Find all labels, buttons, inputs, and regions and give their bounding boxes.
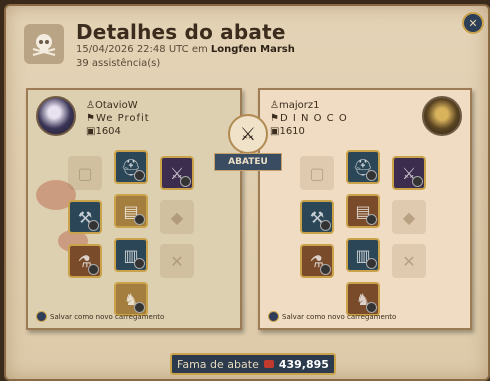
slot-potion[interactable]: ⚗	[300, 244, 334, 278]
bag-icon: ▢	[309, 163, 325, 183]
killer-item-power: ▣1604	[86, 126, 121, 137]
slot-shoes[interactable]: ▥	[346, 238, 380, 272]
victim-panel: ♙majorz1 ⚑D I N O C O ▣1610 ▢ ⛑ ⚔ ⚒ ▤ ◆ …	[258, 88, 472, 330]
slot-bag: ▢	[300, 156, 334, 190]
guild-icon: ⚑	[270, 113, 280, 124]
loadout-icon	[268, 311, 279, 322]
killer-guild: ⚑We Profit	[86, 113, 150, 124]
close-icon: ✕	[468, 16, 478, 30]
datetime-text: 15/04/2026 22:48 UTC em	[76, 44, 208, 55]
loadout-icon	[36, 311, 47, 322]
fame-icon	[263, 360, 274, 368]
slot-cape[interactable]: ⚔	[160, 156, 194, 190]
victim-name[interactable]: ♙majorz1	[270, 100, 319, 111]
slot-bag: ▢	[68, 156, 102, 190]
page-title: Detalhes do abate	[76, 20, 286, 44]
bag-icon: ▢	[77, 163, 93, 183]
offhand-icon: ◆	[402, 207, 416, 227]
guild-icon: ⚑	[86, 113, 96, 124]
victim-avatar[interactable]	[422, 96, 462, 136]
fame-value: 439,895	[278, 357, 329, 371]
slot-offhand: ◆	[392, 200, 426, 234]
slot-offhand: ◆	[160, 200, 194, 234]
user-icon: ♙	[270, 100, 279, 111]
slot-head[interactable]: ⛑	[346, 150, 380, 184]
save-loadout-button[interactable]: Salvar como novo carregamento	[36, 311, 164, 322]
slot-food: ✕	[392, 244, 426, 278]
assists-count: 39 assistência(s)	[76, 58, 161, 69]
slot-armor[interactable]: ▤	[346, 194, 380, 228]
offhand-icon: ◆	[170, 207, 184, 227]
close-button[interactable]: ✕	[462, 12, 484, 34]
victim-guild: ⚑D I N O C O	[270, 113, 348, 124]
kill-details-window: Detalhes do abate 15/04/2026 22:48 UTC e…	[4, 4, 490, 381]
user-icon: ♙	[86, 100, 95, 111]
slot-mainhand[interactable]: ⚒	[300, 200, 334, 234]
fame-label: Fama de abate	[177, 357, 259, 371]
slot-mainhand[interactable]: ⚒	[68, 200, 102, 234]
food-icon: ✕	[402, 251, 416, 271]
save-loadout-button[interactable]: Salvar como novo carregamento	[268, 311, 396, 322]
killer-avatar[interactable]	[36, 96, 76, 136]
victim-item-power: ▣1610	[270, 126, 305, 137]
slot-shoes[interactable]: ▥	[114, 238, 148, 272]
crossed-swords-icon: ⚔	[228, 114, 268, 154]
killer-name[interactable]: ♙OtavioW	[86, 100, 138, 111]
slot-head[interactable]: ⛑	[114, 150, 148, 184]
killer-panel: ♙OtavioW ⚑We Profit ▣1604 ▢ ⛑ ⚔ ⚒ ▤ ◆ ⚗ …	[26, 88, 242, 330]
location-text: Longfen Marsh	[210, 44, 295, 55]
kill-fame-bar: Fama de abate 439,895	[170, 353, 336, 375]
slot-cape[interactable]: ⚔	[392, 156, 426, 190]
kill-datetime: 15/04/2026 22:48 UTC em Longfen Marsh	[76, 44, 295, 55]
food-icon: ✕	[170, 251, 184, 271]
slot-potion[interactable]: ⚗	[68, 244, 102, 278]
slot-armor[interactable]: ▤	[114, 194, 148, 228]
skull-icon	[24, 24, 64, 64]
killed-banner: ABATEU	[214, 153, 282, 171]
slot-food: ✕	[160, 244, 194, 278]
